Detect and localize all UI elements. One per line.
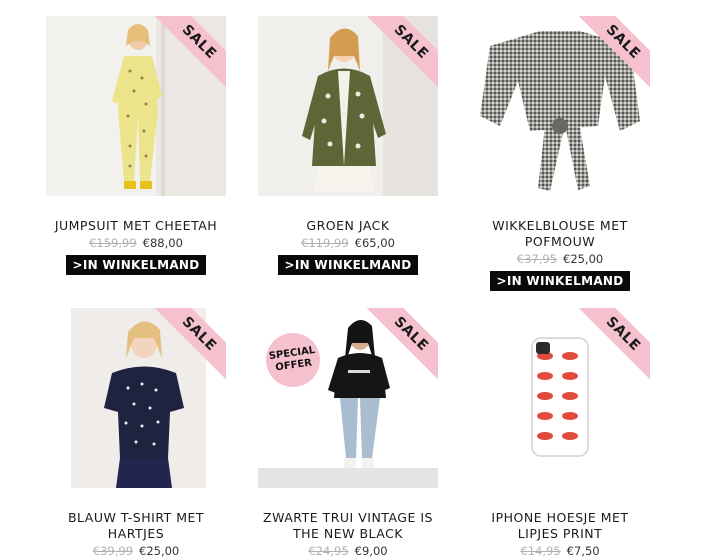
- product-title[interactable]: BLAUW T-SHIRT MET HARTJES: [46, 510, 226, 542]
- old-price: €24,95: [308, 544, 349, 558]
- add-to-cart-button[interactable]: >IN WINKELMAND: [490, 271, 630, 291]
- product-card-black-sweater: SPECIAL OFFER SALE ZWARTE TRUI VINTAGE I…: [258, 308, 438, 559]
- product-image-blue-tshirt[interactable]: SALE: [46, 308, 226, 488]
- old-price: €37,95: [516, 252, 557, 266]
- product-title[interactable]: JUMPSUIT MET CHEETAH: [46, 218, 226, 234]
- product-image-iphone-case[interactable]: SALE: [470, 308, 650, 488]
- add-to-cart-button[interactable]: >IN WINKELMAND: [278, 255, 418, 275]
- sale-price: €88,00: [142, 236, 183, 250]
- product-image-green-jacket[interactable]: SALE: [258, 16, 438, 196]
- product-card-blue-tshirt: SALE BLAUW T-SHIRT MET HARTJES €39,99 €25…: [46, 308, 226, 559]
- old-price: €39,99: [92, 544, 133, 558]
- product-card-jumpsuit: SALE JUMPSUIT MET CHEETAH €159,99 €88,00 …: [46, 16, 226, 275]
- product-title[interactable]: ZWARTE TRUI VINTAGE IS THE NEW BLACK: [258, 510, 438, 542]
- add-to-cart-button[interactable]: >IN WINKELMAND: [66, 255, 206, 275]
- product-card-iphone-case: SALE IPHONE HOESJE MET LIPJES PRINT €14,…: [470, 308, 650, 559]
- product-card-green-jacket: SALE GROEN JACK €119,99 €65,00 >IN WINKEL…: [258, 16, 438, 275]
- old-price: €14,95: [520, 544, 561, 558]
- product-prices: €159,99 €88,00: [46, 235, 226, 251]
- product-title[interactable]: GROEN JACK: [258, 218, 438, 234]
- product-title[interactable]: WIKKELBLOUSE MET POFMOUW: [470, 218, 650, 250]
- product-image-black-sweater[interactable]: SPECIAL OFFER SALE: [258, 308, 438, 488]
- old-price: €119,99: [301, 236, 349, 250]
- sale-price: €25,00: [139, 544, 180, 558]
- product-image-wrap-blouse[interactable]: SALE: [470, 16, 650, 196]
- sale-price: €9,00: [354, 544, 388, 558]
- product-card-wrap-blouse: SALE WIKKELBLOUSE MET POFMOUW €37,95 €25,…: [470, 16, 650, 291]
- product-title[interactable]: IPHONE HOESJE MET LIPJES PRINT: [470, 510, 650, 542]
- sale-price: €65,00: [354, 236, 395, 250]
- product-prices: €37,95 €25,00: [470, 251, 650, 267]
- product-image-jumpsuit[interactable]: SALE: [46, 16, 226, 196]
- product-prices: €119,99 €65,00: [258, 235, 438, 251]
- old-price: €159,99: [89, 236, 137, 250]
- sale-price: €7,50: [566, 544, 600, 558]
- sale-price: €25,00: [563, 252, 604, 266]
